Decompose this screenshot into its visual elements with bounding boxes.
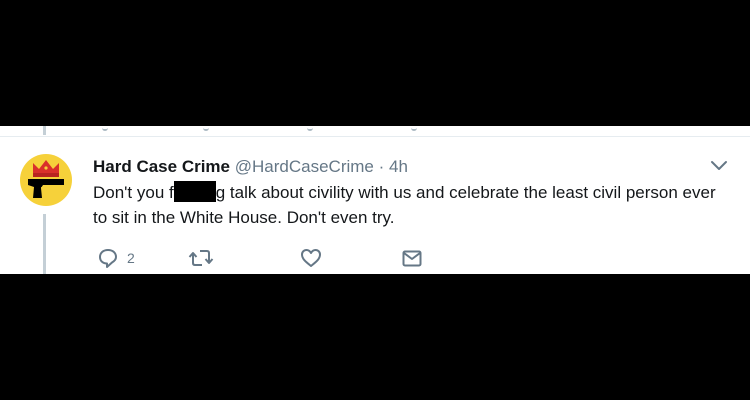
tweet-actions: 2 [93, 246, 493, 270]
tweet-text-part-1: Don't you f [93, 183, 174, 202]
avatar[interactable] [20, 154, 72, 206]
prev-envelope-icon[interactable] [411, 126, 417, 131]
header-separator: · [378, 157, 385, 176]
prev-reply-icon[interactable] [102, 126, 108, 131]
prev-heart-icon[interactable] [307, 126, 313, 131]
reply-count: 2 [127, 250, 135, 266]
retweet-icon [188, 250, 214, 266]
tweet-text: Don't you fg talk about civility with us… [93, 180, 723, 230]
message-button[interactable] [401, 246, 423, 270]
tweet-timestamp[interactable]: 4h [389, 157, 408, 176]
previous-tweet-actions [0, 126, 750, 132]
retweet-button[interactable] [188, 246, 214, 270]
chevron-down-icon[interactable] [708, 158, 730, 174]
reply-button[interactable]: 2 [97, 246, 135, 270]
redaction-box [173, 181, 216, 202]
prev-retweet-icon[interactable] [203, 126, 209, 131]
reply-icon [99, 249, 117, 268]
gun-crown-logo-icon [28, 160, 64, 198]
like-button[interactable] [300, 246, 322, 270]
tweet-card[interactable]: Hard Case Crime @HardCaseCrime · 4h Don'… [0, 126, 750, 274]
author-handle[interactable]: @HardCaseCrime [235, 157, 374, 176]
heart-icon [301, 249, 321, 267]
thread-line-bottom [43, 214, 46, 274]
author-name[interactable]: Hard Case Crime [93, 157, 230, 176]
tweet-header: Hard Case Crime @HardCaseCrime · 4h [93, 156, 408, 178]
envelope-icon [402, 250, 422, 267]
divider [0, 136, 750, 137]
